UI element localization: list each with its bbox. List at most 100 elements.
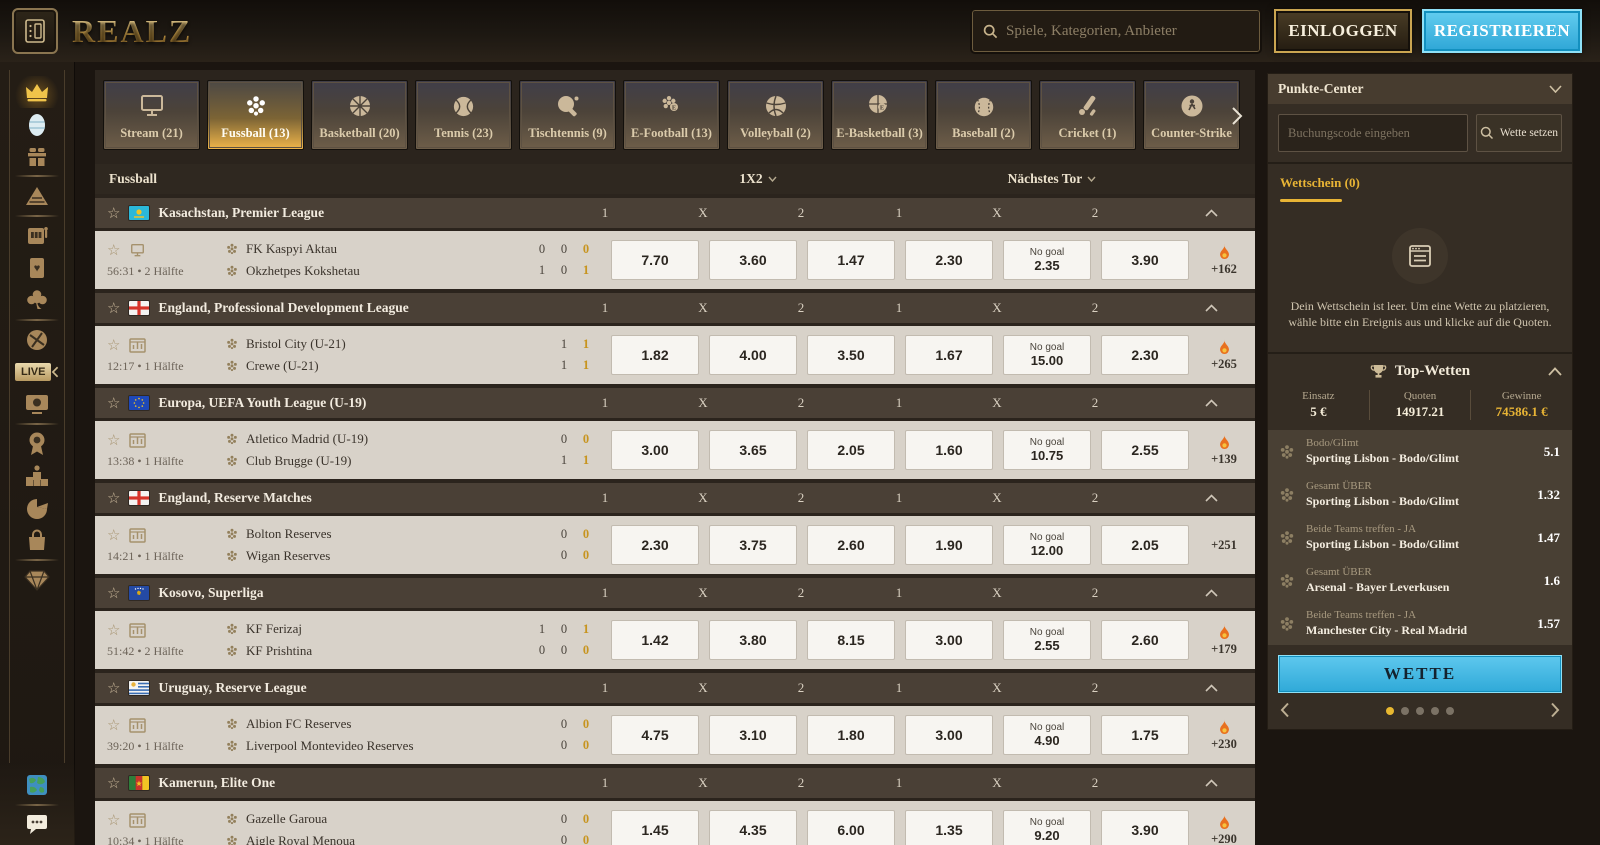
match-teams[interactable]: Atletico Madrid (U-19)Club Brugge (U-19) <box>225 431 553 469</box>
pager-dot[interactable] <box>1386 707 1394 715</box>
odd-button[interactable]: 2.30 <box>1101 335 1189 375</box>
odds-boost[interactable]: +230 <box>1199 719 1249 752</box>
favorite-star-icon[interactable]: ☆ <box>107 584 120 603</box>
odd-button-no-goal[interactable]: No goal10.75 <box>1003 430 1091 470</box>
odd-button[interactable]: 3.60 <box>709 240 797 280</box>
favorite-star-icon[interactable]: ☆ <box>107 489 120 508</box>
pager-prev-icon[interactable] <box>1280 702 1290 718</box>
odds-boost[interactable]: +290 <box>1199 814 1249 845</box>
pager-next-icon[interactable] <box>1550 702 1560 718</box>
odd-button[interactable]: 3.90 <box>1101 240 1189 280</box>
pager-dot[interactable] <box>1431 707 1439 715</box>
odd-button[interactable]: 4.35 <box>709 810 797 845</box>
odd-button[interactable]: 3.75 <box>709 525 797 565</box>
favorite-star-icon[interactable]: ☆ <box>107 336 120 355</box>
sidebar-item-easter-egg[interactable] <box>15 108 59 140</box>
odd-button[interactable]: 3.80 <box>709 620 797 660</box>
sidebar-item-sports-stream[interactable] <box>15 388 59 420</box>
sidebar-item-fortune-cookie[interactable] <box>15 492 59 524</box>
register-button[interactable]: REGISTRIEREN <box>1422 9 1582 53</box>
sidebar-item-leaderboard[interactable] <box>15 460 59 492</box>
sidebar-item-shop[interactable] <box>15 524 59 556</box>
tab-baseball-2[interactable]: Baseball (2) <box>935 80 1032 150</box>
favorite-star-icon[interactable]: ☆ <box>107 811 120 830</box>
sidebar-item-language-globe[interactable] <box>15 769 59 801</box>
tab-fussball-13[interactable]: Fussball (13) <box>207 80 304 150</box>
tab-e-football-13[interactable]: E E-Football (13) <box>623 80 720 150</box>
collapse-chevron-up-icon[interactable] <box>1205 399 1255 407</box>
sidebar-item-pyramid-games[interactable] <box>15 180 59 212</box>
favorite-star-icon[interactable]: ☆ <box>107 774 120 793</box>
chevron-down-icon[interactable] <box>1549 85 1562 93</box>
odd-button[interactable]: 3.65 <box>709 430 797 470</box>
league-header[interactable]: ☆ Kamerun, Elite One 1X21X2 <box>95 768 1255 798</box>
tab-counter-strike[interactable]: Counter-Strike <box>1143 80 1240 150</box>
brand-logo[interactable]: REALZ <box>72 13 192 50</box>
pager-dot[interactable] <box>1416 707 1424 715</box>
tab-e-basketball-3[interactable]: E E-Basketball (3) <box>831 80 928 150</box>
odd-button[interactable]: 2.55 <box>1101 430 1189 470</box>
odd-button[interactable]: 1.35 <box>905 810 993 845</box>
odd-button[interactable]: 2.30 <box>905 240 993 280</box>
sidebar-item-slots[interactable] <box>15 220 59 252</box>
top-bet-item[interactable]: Gesamt ÜBER Sporting Lisbon - Bodo/Glimt… <box>1268 473 1572 516</box>
odd-button-no-goal[interactable]: No goal9.20 <box>1003 810 1091 845</box>
match-stats-icon[interactable] <box>129 433 146 448</box>
odd-button-no-goal[interactable]: No goal15.00 <box>1003 335 1091 375</box>
market-group-next-goal[interactable]: Nächstes Tor <box>905 171 1199 187</box>
odd-button[interactable]: 1.45 <box>611 810 699 845</box>
odd-button[interactable]: 3.00 <box>905 620 993 660</box>
sidebar-item-live-betting[interactable]: LIVE <box>15 356 59 388</box>
odd-button[interactable]: 3.00 <box>905 715 993 755</box>
tab-basketball-20[interactable]: Basketball (20) <box>311 80 408 150</box>
odd-button[interactable]: 2.60 <box>1101 620 1189 660</box>
match-stats-icon[interactable] <box>129 338 146 353</box>
odd-button[interactable]: 1.67 <box>905 335 993 375</box>
stream-monitor-icon[interactable] <box>129 243 146 258</box>
sidebar-item-achievements[interactable] <box>15 428 59 460</box>
match-teams[interactable]: FK Kaspyi AktauOkzhetpes Kokshetau <box>225 241 531 279</box>
top-bet-item[interactable]: Bodo/Glimt Sporting Lisbon - Bodo/Glimt … <box>1268 430 1572 473</box>
odds-boost[interactable]: +139 <box>1199 434 1249 467</box>
search-input[interactable] <box>1006 23 1249 40</box>
sidebar-item-promotions[interactable] <box>15 140 59 172</box>
odd-button[interactable]: 2.05 <box>807 430 895 470</box>
tabs-next-arrow-icon[interactable] <box>1231 102 1253 130</box>
odd-button[interactable]: 1.90 <box>905 525 993 565</box>
match-stats-icon[interactable] <box>129 623 146 638</box>
odd-button[interactable]: 4.00 <box>709 335 797 375</box>
odd-button[interactable]: 3.10 <box>709 715 797 755</box>
collapse-chevron-up-icon[interactable] <box>1205 494 1255 502</box>
favorite-star-icon[interactable]: ☆ <box>107 431 120 450</box>
collapse-chevron-up-icon[interactable] <box>1205 304 1255 312</box>
favorite-star-icon[interactable]: ☆ <box>107 394 120 413</box>
odd-button[interactable]: 2.30 <box>611 525 699 565</box>
pager-dot[interactable] <box>1401 707 1409 715</box>
match-stats-icon[interactable] <box>129 813 146 828</box>
place-bet-button[interactable]: WETTE <box>1278 655 1562 693</box>
odd-button-no-goal[interactable]: No goal4.90 <box>1003 715 1091 755</box>
collapse-chevron-up-icon[interactable] <box>1205 684 1255 692</box>
odd-button[interactable]: 3.00 <box>611 430 699 470</box>
favorite-star-icon[interactable]: ☆ <box>107 204 120 223</box>
odd-button[interactable]: 1.60 <box>905 430 993 470</box>
odd-button-no-goal[interactable]: No goal2.35 <box>1003 240 1091 280</box>
match-teams[interactable]: KF FerizajKF Prishtina <box>225 621 531 659</box>
league-header[interactable]: ☆ Kasachstan, Premier League 1X21X2 <box>95 198 1255 228</box>
tab-cricket-1[interactable]: Cricket (1) <box>1039 80 1136 150</box>
sidebar-item-support-chat[interactable] <box>15 809 59 841</box>
tab-volleyball-2[interactable]: Volleyball (2) <box>727 80 824 150</box>
league-header[interactable]: ☆ Europa, UEFA Youth League (U-19) 1X21X… <box>95 388 1255 418</box>
sidebar-item-casino-home[interactable] <box>15 76 59 108</box>
pager-dot[interactable] <box>1446 707 1454 715</box>
match-teams[interactable]: Albion FC ReservesLiverpool Montevideo R… <box>225 716 553 754</box>
odd-button[interactable]: 2.05 <box>1101 525 1189 565</box>
favorite-star-icon[interactable]: ☆ <box>107 241 120 260</box>
odd-button[interactable]: 1.82 <box>611 335 699 375</box>
league-header[interactable]: ☆ England, Reserve Matches 1X21X2 <box>95 483 1255 513</box>
collapse-chevron-up-icon[interactable] <box>1205 779 1255 787</box>
league-header[interactable]: ☆ Uruguay, Reserve League 1X21X2 <box>95 673 1255 703</box>
collapse-chevron-up-icon[interactable] <box>1205 589 1255 597</box>
match-teams[interactable]: Gazelle GarouaAigle Royal Menoua <box>225 811 553 845</box>
favorite-star-icon[interactable]: ☆ <box>107 621 120 640</box>
